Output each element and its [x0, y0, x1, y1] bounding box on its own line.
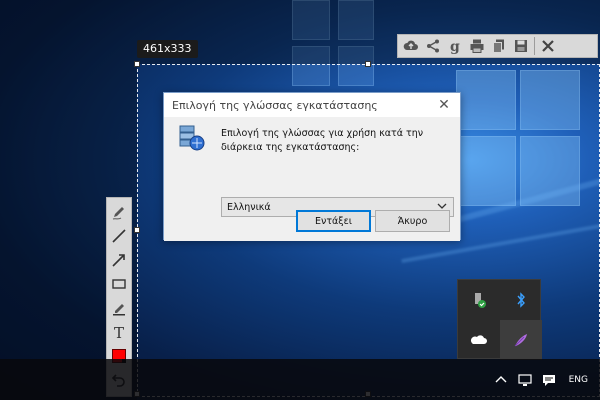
- language-select-value: Ελληνικά: [227, 201, 271, 213]
- dialog-close-button[interactable]: ✕: [434, 95, 454, 115]
- resize-handle-n[interactable]: [365, 61, 371, 67]
- line-icon[interactable]: [108, 224, 130, 248]
- chevron-up-icon[interactable]: [489, 368, 513, 392]
- feather-app-icon[interactable]: [500, 320, 542, 360]
- text-icon[interactable]: T: [108, 320, 130, 344]
- resize-handle-w[interactable]: [134, 227, 140, 233]
- toolbar-divider: [534, 37, 535, 55]
- taskbar: ENG: [0, 359, 600, 400]
- action-center-icon[interactable]: [537, 368, 561, 392]
- ok-button[interactable]: Εντάξει: [296, 210, 371, 232]
- marker-icon[interactable]: [108, 296, 130, 320]
- tray-overflow-popup: [457, 279, 542, 360]
- system-tray: ENG: [489, 359, 600, 400]
- svg-text:g: g: [450, 39, 460, 54]
- selection-size-label: 461x333: [137, 40, 198, 58]
- close-icon[interactable]: [537, 35, 559, 57]
- print-icon[interactable]: [466, 35, 488, 57]
- upload-cloud-icon[interactable]: [400, 35, 422, 57]
- pen-icon[interactable]: [108, 200, 130, 224]
- setup-icon: [179, 125, 205, 151]
- dialog-message: Επιλογή της γλώσσας για χρήση κατά την δ…: [221, 128, 424, 153]
- copy-icon[interactable]: [488, 35, 510, 57]
- usb-safe-remove-icon[interactable]: [458, 280, 500, 320]
- cancel-button[interactable]: Άκυρο: [375, 210, 450, 232]
- svg-text:T: T: [114, 324, 124, 340]
- language-indicator[interactable]: ENG: [561, 375, 600, 385]
- save-icon[interactable]: [510, 35, 532, 57]
- share-icon[interactable]: [422, 35, 444, 57]
- rectangle-icon[interactable]: [108, 272, 130, 296]
- arrow-icon[interactable]: [108, 248, 130, 272]
- google-search-icon[interactable]: g: [444, 35, 466, 57]
- bluetooth-icon[interactable]: [500, 280, 542, 320]
- resize-handle-nw[interactable]: [134, 61, 140, 67]
- capture-toolbar-top: g: [397, 34, 598, 58]
- onedrive-icon[interactable]: [458, 320, 500, 360]
- network-icon[interactable]: [513, 368, 537, 392]
- dialog-title: Επιλογή της γλώσσας εγκατάστασης: [172, 98, 378, 112]
